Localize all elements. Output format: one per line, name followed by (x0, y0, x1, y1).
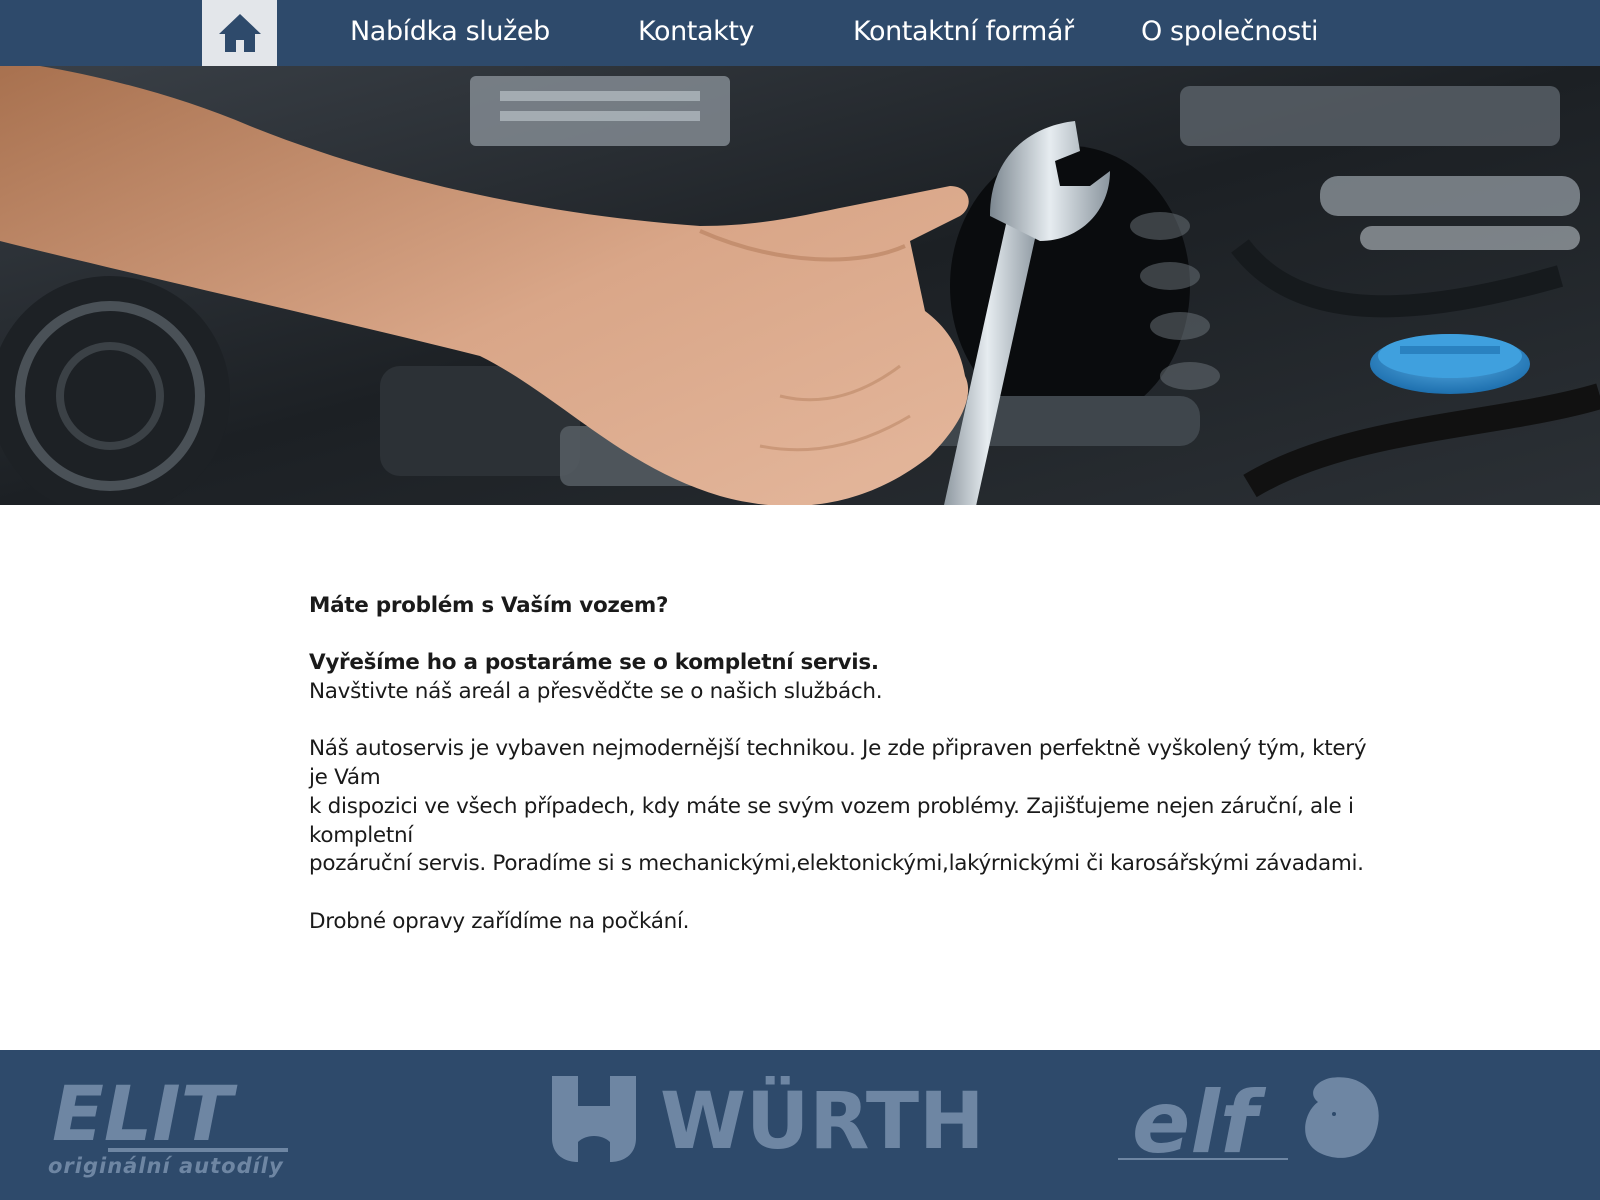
wurth-logo: WÜRTH (552, 1075, 992, 1167)
nav-item-about-company[interactable]: O společnosti (1141, 0, 1319, 66)
nav-item-contacts[interactable]: Kontakty (638, 0, 755, 66)
elit-logo-wordmark: ELIT (52, 1078, 238, 1158)
content-paragraph-line: k dispozici ve všech případech, kdy máte… (309, 793, 1354, 848)
content-closing: Drobné opravy zařídíme na počkání. (309, 908, 690, 934)
content-subheading: Vyřešíme ho a postaráme se o kompletní s… (309, 650, 879, 676)
hero-image (0, 66, 1600, 505)
top-navigation: Nabídka služeb Kontakty Kontaktní formář… (0, 0, 1600, 70)
elf-logo: elf (1118, 1072, 1388, 1176)
home-button[interactable] (202, 0, 277, 70)
content-heading: Máte problém s Vaším vozem? (309, 593, 669, 618)
home-icon (217, 12, 263, 59)
nav-item-services[interactable]: Nabídka služeb (350, 0, 550, 66)
wurth-logo-mark (552, 1076, 636, 1162)
footer: ELIT originální autodíly WÜRTH elf (0, 1050, 1600, 1200)
nav-item-contact-form[interactable]: Kontaktní formář (853, 0, 1074, 66)
main-content: Máte problém s Vaším vozem? Vyřešíme ho … (309, 592, 1369, 936)
content-visit-line: Navštivte náš areál a přesvědčte se o na… (309, 679, 883, 705)
content-paragraph-line: Náš autoservis je vybaven nejmodernější … (309, 736, 1367, 791)
elit-logo: ELIT originální autodíly (48, 1069, 293, 1178)
elf-logo-mark (1305, 1077, 1379, 1158)
elit-tagline: originální autodíly (48, 1154, 284, 1178)
wurth-logo-wordmark: WÜRTH (660, 1076, 984, 1166)
content-paragraph-line: pozáruční servis. Poradíme si s mechanic… (309, 851, 1364, 877)
